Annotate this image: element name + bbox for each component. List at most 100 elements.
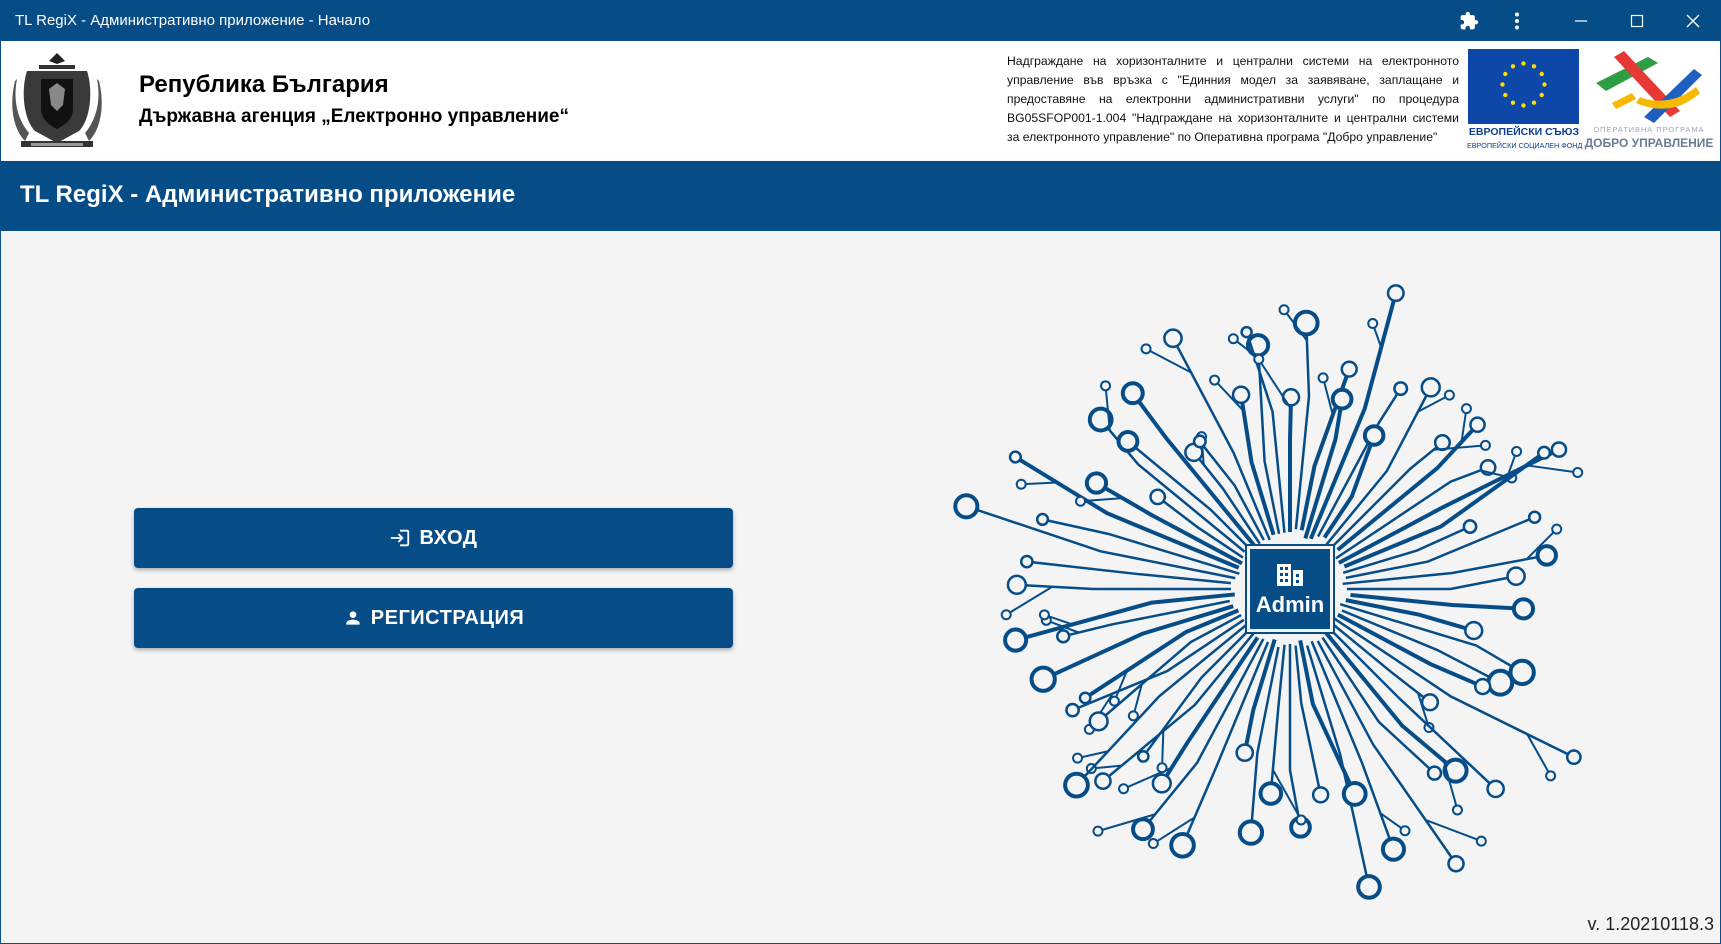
program-logo-icon	[1596, 51, 1702, 123]
circuit-node	[1006, 574, 1028, 595]
circuit-node	[1572, 467, 1584, 479]
circuit-node	[1486, 668, 1515, 697]
circuit-trace	[1171, 337, 1271, 541]
circuit-node	[1506, 566, 1526, 587]
circuit-node	[1473, 677, 1492, 696]
header-banner: Република България Държавна агенция „Еле…	[0, 41, 1721, 161]
circuit-node	[953, 493, 980, 520]
circuit-node	[1094, 772, 1112, 790]
circuit-node	[1426, 765, 1443, 781]
circuit-node	[1227, 333, 1239, 345]
circuit-trace	[1042, 604, 1234, 682]
circuit-node	[1537, 445, 1552, 460]
circuit-node	[1420, 693, 1440, 712]
extensions-icon[interactable]	[1445, 0, 1493, 41]
login-button[interactable]: ВХОД	[134, 508, 733, 568]
circuit-node	[1367, 318, 1379, 330]
circuit-trace	[965, 505, 1236, 580]
circuit-node	[1063, 771, 1090, 799]
person-icon	[343, 608, 363, 628]
circuit-node	[1038, 609, 1050, 621]
project-description: Надграждане на хоризонталните и централн…	[1007, 54, 1459, 144]
window-titlebar: TL RegiX - Административно приложение - …	[0, 0, 1721, 41]
circuit-node	[1253, 353, 1265, 365]
circuit-node	[1464, 620, 1484, 641]
circuit-trace	[1305, 645, 1371, 888]
circuit-node	[1447, 854, 1465, 873]
maximize-icon[interactable]	[1609, 0, 1665, 41]
admin-chip: Admin	[1245, 544, 1335, 634]
circuit-trace	[1332, 441, 1444, 547]
minimize-icon[interactable]	[1553, 0, 1609, 41]
circuit-node	[1003, 627, 1029, 653]
eu-logo-title: ЕВРОПЕЙСКИ СЪЮЗ	[1468, 126, 1580, 138]
circuit-node	[1092, 825, 1104, 837]
circuit-node	[1163, 328, 1183, 349]
circuit-node	[1019, 554, 1034, 569]
circuit-node	[1511, 597, 1536, 621]
circuit-node	[1295, 814, 1307, 826]
circuit-branch	[1161, 729, 1165, 768]
circuit-node	[1209, 374, 1221, 386]
circuit-node	[1420, 377, 1441, 398]
app-title: TL RegiX - Административно приложение	[20, 181, 516, 208]
circuit-trace	[1310, 640, 1395, 850]
program-logo: ОПЕРАТИВНА ПРОГРАМА ДОБРО УПРАВЛЕНИЕ	[1584, 47, 1714, 153]
circuit-trace	[1181, 641, 1270, 846]
circuit-node	[1380, 836, 1407, 862]
circuit-node	[1469, 416, 1486, 434]
circuit-node	[1075, 495, 1087, 507]
circuit-node	[1551, 523, 1563, 535]
circuit-node	[1140, 343, 1152, 355]
close-icon[interactable]	[1665, 0, 1721, 41]
circuit-node	[1088, 711, 1109, 732]
circuit-node	[1116, 429, 1140, 453]
org-name: Република България	[139, 71, 389, 98]
circuit-node	[1460, 403, 1472, 415]
more-icon[interactable]	[1493, 0, 1541, 41]
circuit-trace	[1014, 455, 1240, 570]
circuit-trace	[1336, 423, 1479, 552]
circuit-node	[1292, 309, 1320, 337]
circuit-node	[1100, 380, 1112, 392]
circuit-node	[1120, 381, 1145, 406]
eu-logo-subtitle: ЕВРОПЕЙСКИ СОЦИАЛЕН ФОНД	[1467, 141, 1583, 150]
circuit-node	[1511, 445, 1523, 457]
circuit-node	[1527, 510, 1542, 524]
circuit-node	[1545, 770, 1557, 782]
circuit-node	[1330, 387, 1354, 411]
circuit-node	[1281, 388, 1301, 407]
circuit-trace	[1084, 608, 1240, 700]
circuit-node	[1399, 825, 1411, 837]
circuit-node	[1118, 783, 1130, 795]
circuit-node	[1147, 838, 1159, 850]
main-content: ВХОД РЕГИСТРАЦИЯ Admin v. 1.20210118.3	[0, 231, 1721, 944]
admin-label: Admin	[1255, 592, 1325, 617]
circuit-node	[1131, 817, 1155, 842]
login-icon	[389, 527, 411, 549]
circuit-node	[1065, 702, 1080, 718]
circuit-node	[1056, 629, 1071, 644]
register-label: РЕГИСТРАЦИЯ	[370, 606, 525, 629]
register-button[interactable]: РЕГИСТРАЦИЯ	[134, 588, 733, 648]
circuit-node	[1486, 779, 1505, 799]
circuit-branch	[1526, 464, 1578, 474]
coat-of-arms-icon	[12, 53, 102, 147]
circuit-node	[1237, 819, 1265, 846]
circuit-trace	[1339, 603, 1523, 674]
circuit-node	[1240, 325, 1253, 339]
agency-name: Държавна агенция „Електронно управление“	[139, 106, 569, 127]
circuit-node	[1550, 441, 1568, 458]
circuit-node	[1192, 434, 1207, 449]
circuit-node	[1084, 471, 1109, 495]
circuit-node	[1565, 749, 1582, 766]
circuit-node	[1535, 544, 1559, 567]
circuit-node	[1258, 781, 1284, 806]
circuit-node	[1029, 665, 1057, 693]
circuit-node	[1317, 372, 1329, 384]
circuit-trace	[1330, 621, 1431, 704]
version-text: v. 1.20210118.3	[1587, 914, 1714, 934]
app-bar: TL RegiX - Административно приложение	[0, 161, 1721, 231]
circuit-node	[1362, 424, 1386, 447]
building-icon	[1277, 564, 1303, 586]
